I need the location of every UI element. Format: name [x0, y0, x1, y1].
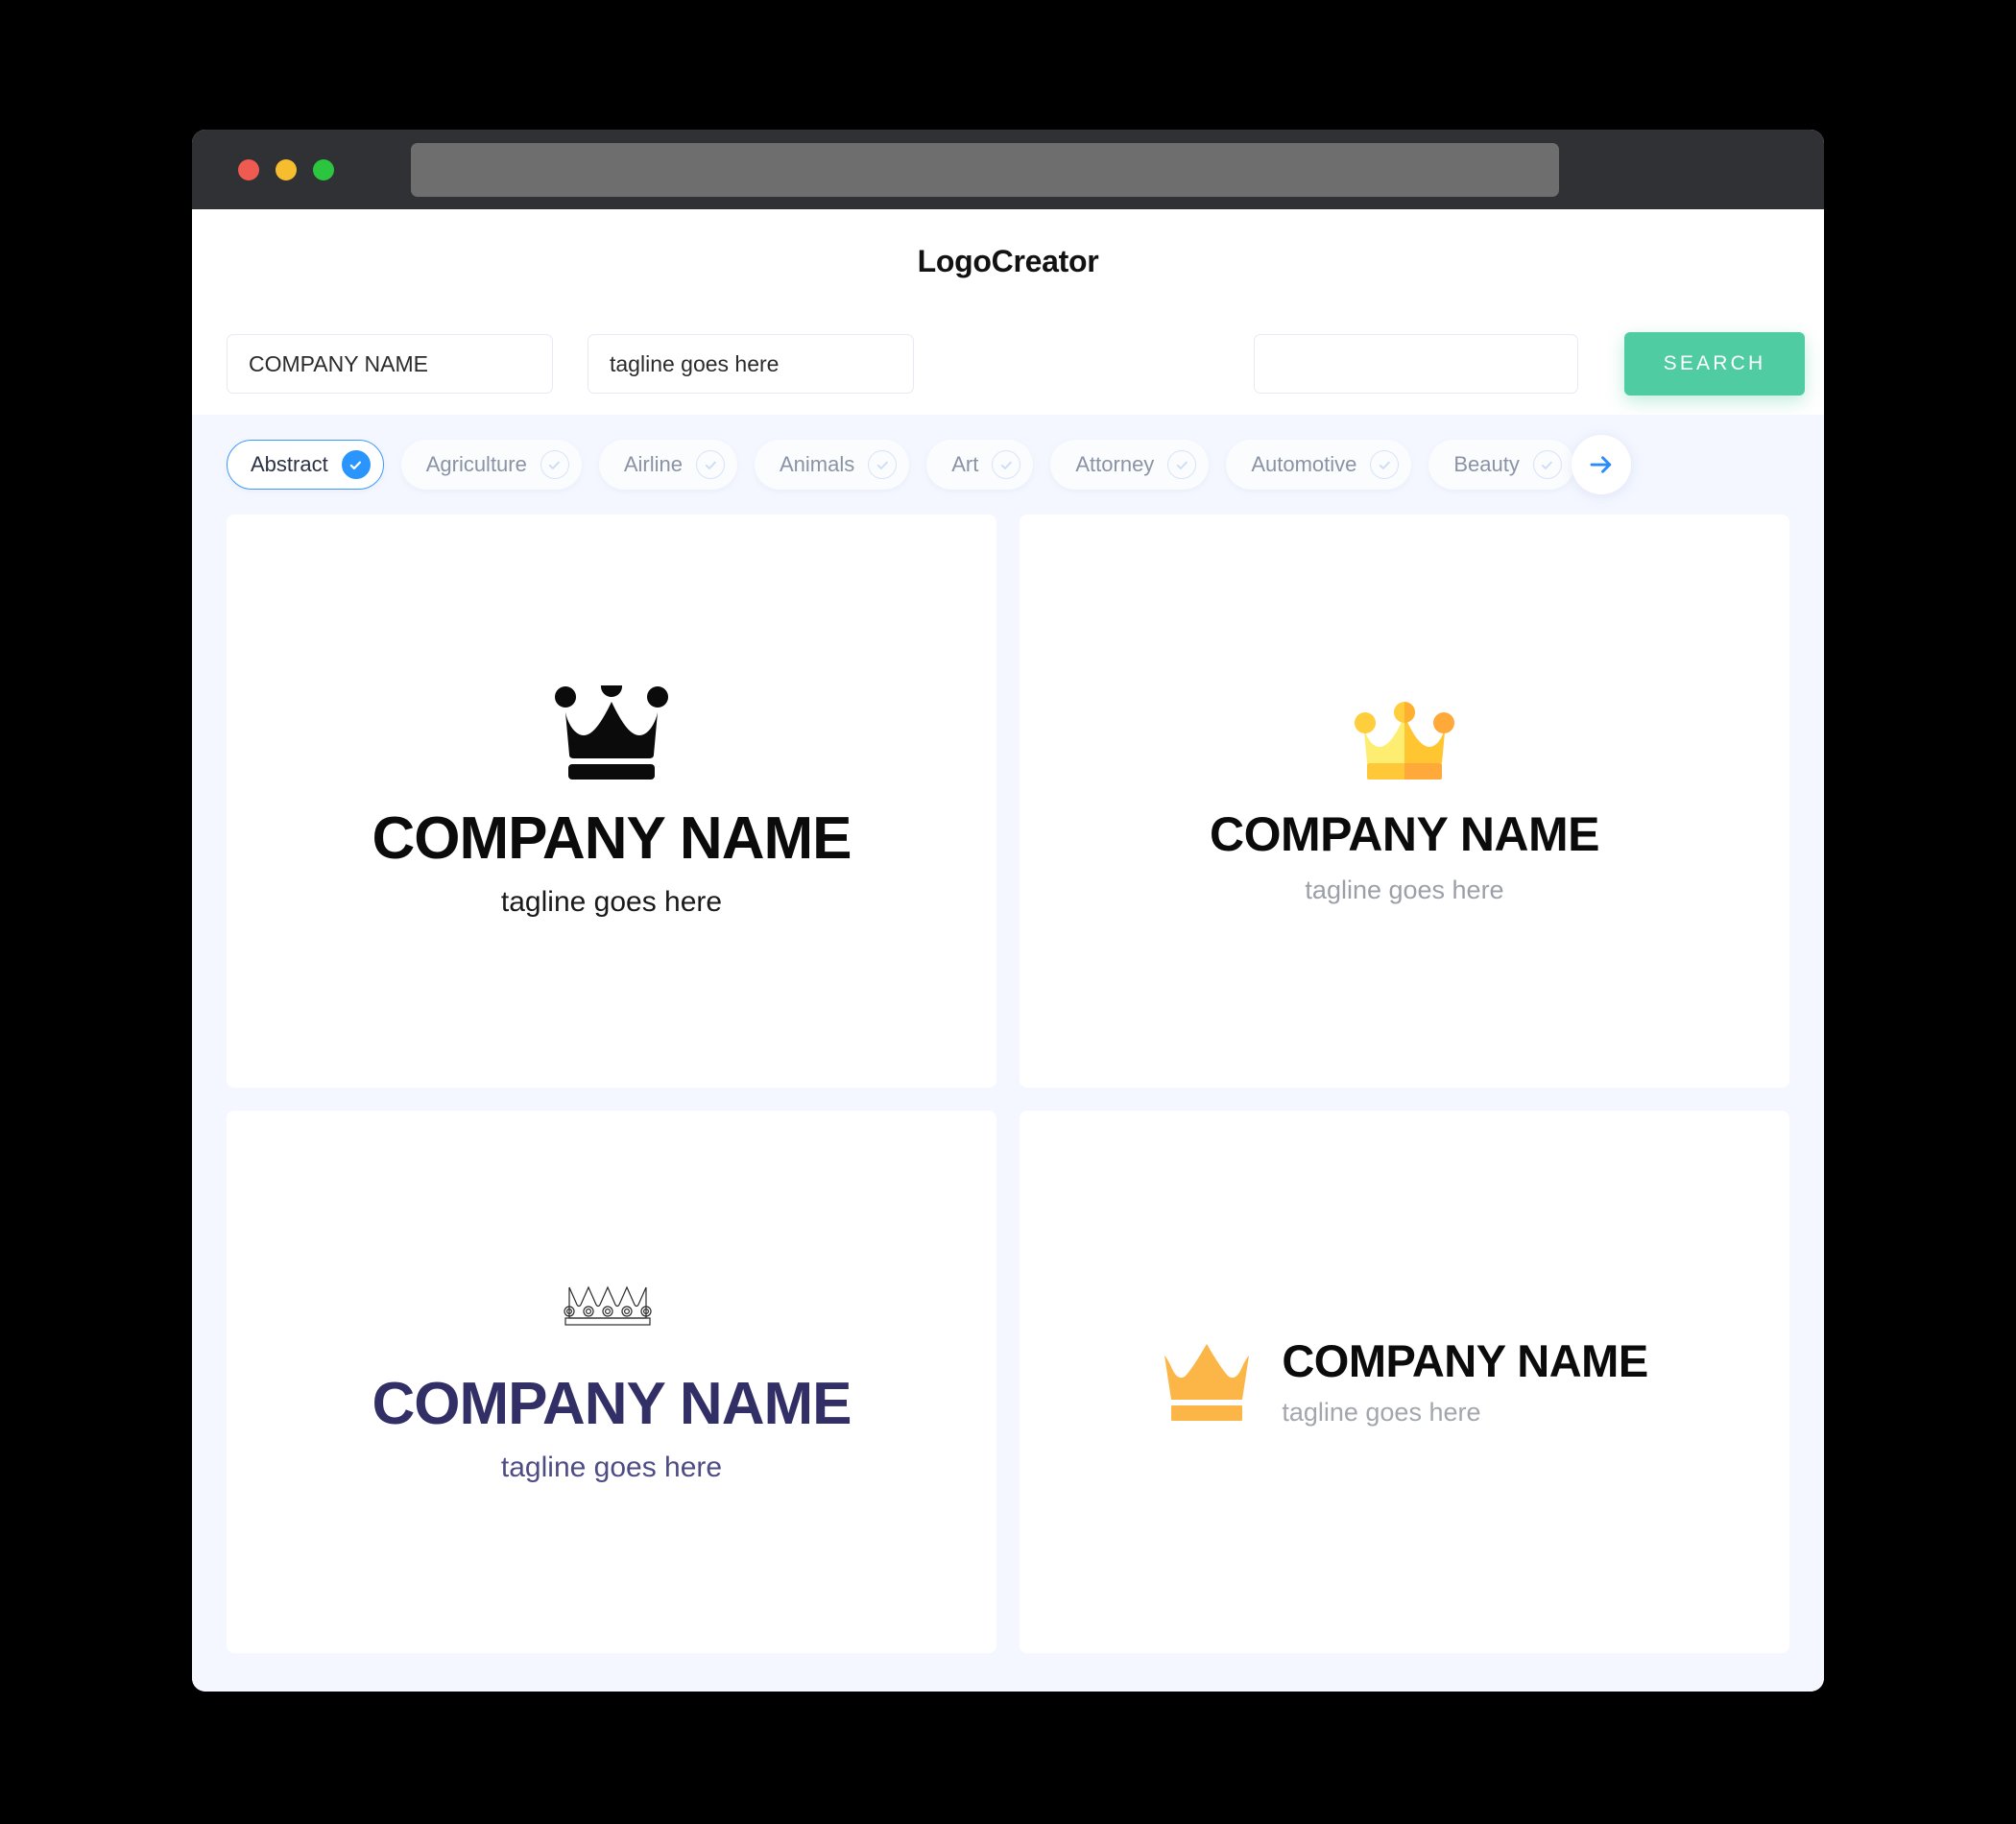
check-icon [1532, 450, 1562, 479]
arrow-right-icon[interactable] [1572, 435, 1631, 494]
logo-company-name: COMPANY NAME [1209, 806, 1600, 861]
check-icon [341, 450, 371, 479]
crown-icon [564, 1282, 660, 1332]
crown-icon [1353, 700, 1456, 789]
category-chip-label: Art [951, 452, 979, 476]
category-chip-airline[interactable]: Airline [598, 440, 737, 490]
check-icon [992, 450, 1021, 479]
url-bar[interactable] [411, 142, 1559, 197]
category-filter-bar: Abstract Agriculture Airline Animals Art [192, 415, 1824, 515]
search-bar: SEARCH [192, 313, 1824, 415]
close-window-button[interactable] [238, 158, 259, 180]
category-chip-art[interactable]: Art [926, 440, 1034, 490]
logo-preview: COMPANY NAME tagline goes here [1209, 700, 1600, 904]
minimize-window-button[interactable] [276, 158, 297, 180]
logo-tagline: tagline goes here [1305, 875, 1504, 904]
category-chip-label: Agriculture [425, 452, 527, 476]
logo-tagline: tagline goes here [500, 886, 723, 918]
category-chip-label: Automotive [1251, 452, 1357, 476]
logo-preview: COMPANY NAME tagline goes here [372, 676, 852, 918]
logo-preview: COMPANY NAME tagline goes here [372, 1282, 852, 1482]
check-icon [696, 450, 725, 479]
check-icon [1370, 450, 1400, 479]
traffic-lights [238, 158, 334, 180]
category-chip-label: Animals [780, 452, 855, 476]
company-name-input[interactable] [227, 334, 553, 394]
browser-titlebar [192, 130, 1824, 209]
logo-preview: COMPANY NAME tagline goes here [1161, 1335, 1648, 1427]
category-chip-label: Beauty [1453, 452, 1520, 476]
crown-icon [553, 676, 670, 784]
logo-results-grid: COMPANY NAME tagline goes here COMPANY N… [192, 515, 1824, 1692]
logo-company-name: COMPANY NAME [1282, 1335, 1648, 1386]
logo-card[interactable]: COMPANY NAME tagline goes here [227, 515, 996, 1088]
category-chip-agriculture[interactable]: Agriculture [400, 440, 582, 490]
maximize-window-button[interactable] [313, 158, 334, 180]
category-chip-beauty[interactable]: Beauty [1428, 440, 1574, 490]
category-chip-automotive[interactable]: Automotive [1226, 440, 1412, 490]
keyword-input[interactable] [1254, 334, 1578, 394]
category-chip-animals[interactable]: Animals [755, 440, 910, 490]
category-chip-label: Abstract [251, 452, 328, 476]
logo-company-name: COMPANY NAME [372, 1371, 852, 1437]
logo-tagline: tagline goes here [500, 1452, 723, 1483]
category-chip-abstract[interactable]: Abstract [227, 440, 384, 490]
check-icon [868, 450, 898, 479]
category-chip-label: Attorney [1075, 452, 1155, 476]
page-title: LogoCreator [917, 243, 1099, 278]
logo-card[interactable]: COMPANY NAME tagline goes here [227, 1111, 996, 1653]
logo-card[interactable]: COMPANY NAME tagline goes here [1020, 1111, 1789, 1653]
check-icon [540, 450, 569, 479]
category-chip-attorney[interactable]: Attorney [1050, 440, 1210, 490]
browser-window: LogoCreator SEARCH Abstract Agriculture … [192, 130, 1824, 1692]
tagline-input[interactable] [588, 334, 914, 394]
crown-icon [1161, 1338, 1253, 1426]
category-chip-label: Airline [623, 452, 683, 476]
app-header: LogoCreator [192, 209, 1824, 313]
logo-card[interactable]: COMPANY NAME tagline goes here [1020, 515, 1789, 1088]
check-icon [1167, 450, 1197, 479]
search-button[interactable]: SEARCH [1624, 332, 1805, 396]
logo-tagline: tagline goes here [1282, 1398, 1481, 1427]
logo-company-name: COMPANY NAME [372, 805, 852, 872]
